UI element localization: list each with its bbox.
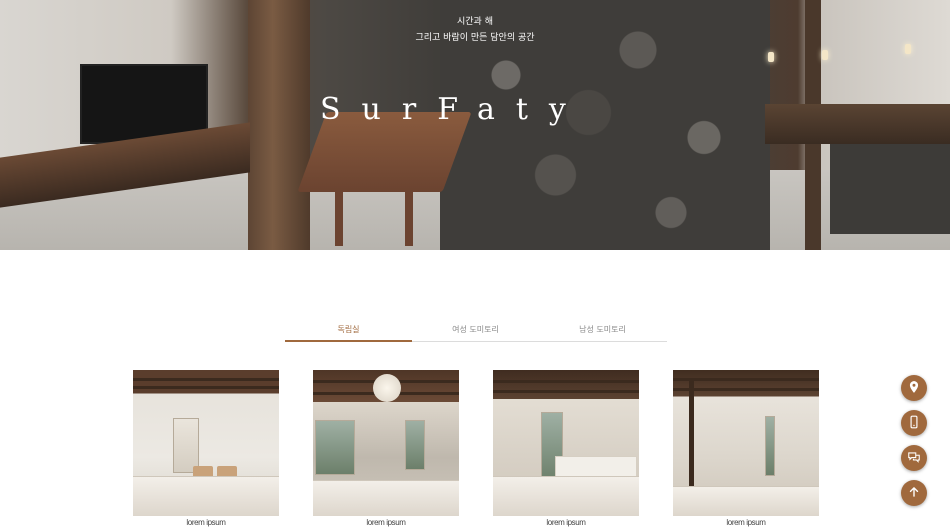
ceiling-beam (673, 378, 819, 381)
room-photo[interactable] (493, 370, 639, 516)
ceiling-beam (493, 390, 639, 393)
room-caption: lorem ipsum (726, 518, 766, 527)
room-photo[interactable] (133, 370, 279, 516)
room-photo[interactable] (673, 370, 819, 516)
ceiling-beam (133, 386, 279, 389)
location-button[interactable] (901, 375, 927, 401)
chat-icon (907, 449, 921, 468)
window (405, 420, 425, 470)
scroll-top-button[interactable] (901, 480, 927, 506)
location-pin-icon (907, 379, 921, 398)
bed (133, 476, 279, 516)
curtain (173, 418, 199, 473)
phone-button[interactable] (901, 410, 927, 436)
bed (313, 480, 459, 516)
tab-male-dormitory[interactable]: 남성 도미토리 (539, 323, 666, 341)
hero-brand-title: SurFaty (320, 92, 587, 127)
room-card[interactable]: lorem ipsum (673, 370, 819, 527)
hero-subtitle-line1: 시간과 해 (457, 17, 493, 27)
hero-banner: 시간과 해 그리고 바람이 만든 담안의 공간 SurFaty (0, 0, 950, 250)
bed (493, 476, 639, 516)
hero-subtitle-line2: 그리고 바람이 만든 담안의 공간 (415, 33, 535, 43)
ceiling-beam (133, 378, 279, 381)
room-caption: lorem ipsum (546, 518, 586, 527)
wood-pillar (689, 380, 694, 500)
tab-female-dormitory[interactable]: 여성 도미토리 (412, 323, 539, 341)
room-caption: lorem ipsum (186, 518, 226, 527)
pendant-lamp (373, 374, 401, 402)
ceiling-beam (493, 380, 639, 383)
room-card[interactable]: lorem ipsum (313, 370, 459, 527)
room-caption: lorem ipsum (366, 518, 406, 527)
hero-text-overlay: 시간과 해 그리고 바람이 만든 담안의 공간 SurFaty (0, 0, 950, 250)
bed (673, 486, 819, 516)
room-card[interactable]: lorem ipsum (133, 370, 279, 527)
room-card[interactable]: lorem ipsum (493, 370, 639, 527)
window (315, 420, 355, 475)
ceiling-beam (673, 388, 819, 391)
phone-icon (907, 414, 921, 433)
tab-private-room[interactable]: 독립실 (285, 323, 412, 342)
arrow-up-icon (907, 484, 921, 503)
room-photo[interactable] (313, 370, 459, 516)
window (765, 416, 775, 476)
room-type-tabs: 독립실 여성 도미토리 남성 도미토리 (285, 323, 667, 342)
chat-button[interactable] (901, 445, 927, 471)
